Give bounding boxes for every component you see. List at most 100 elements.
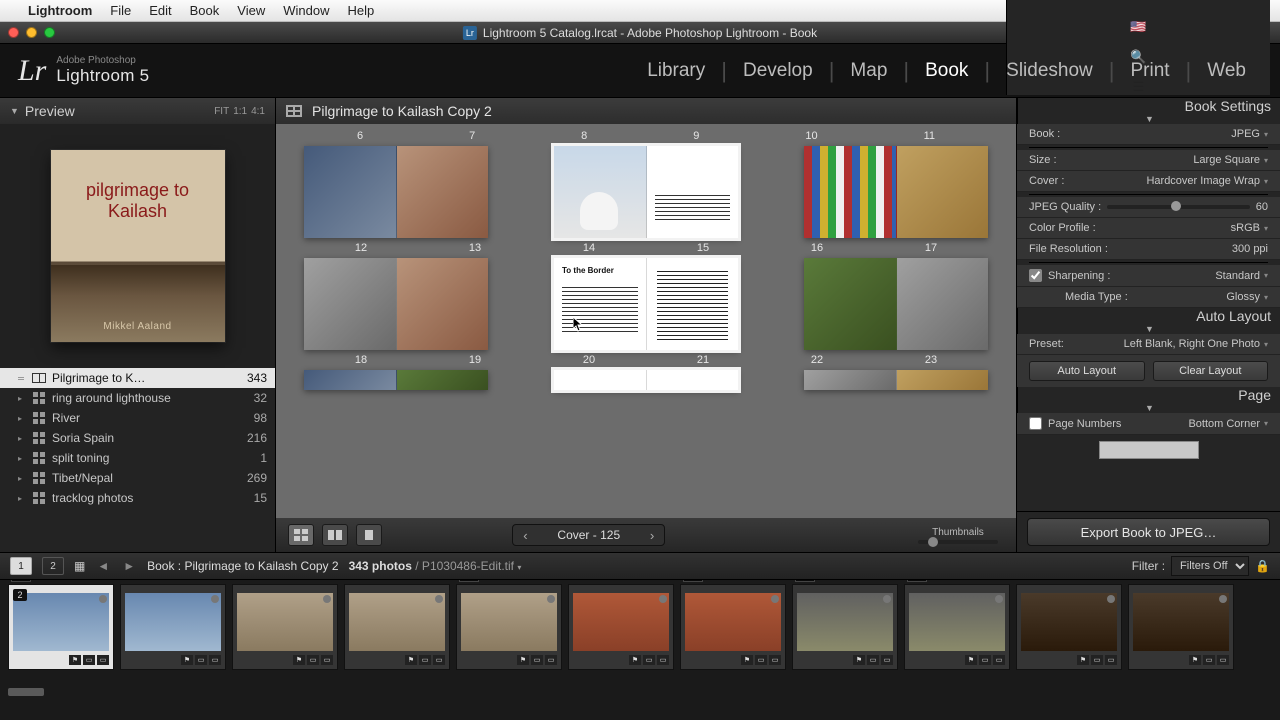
- flag-icon[interactable]: ⚑: [293, 655, 305, 665]
- minimize-button[interactable]: [26, 27, 37, 38]
- sharpening-checkbox[interactable]: [1029, 269, 1042, 282]
- grid-icon[interactable]: ▦: [74, 559, 85, 573]
- nav-forward-button[interactable]: ►: [121, 559, 137, 573]
- label-icon[interactable]: ▭: [433, 655, 445, 665]
- auto-layout-preset[interactable]: Preset:Left Blank, Right One Photo▾: [1017, 334, 1280, 355]
- rating-icon[interactable]: ▭: [83, 655, 95, 665]
- rating-icon[interactable]: ▭: [419, 655, 431, 665]
- single-view-button[interactable]: [356, 524, 382, 546]
- menu-help[interactable]: Help: [347, 3, 374, 18]
- zoom-11[interactable]: 1:1: [233, 106, 247, 117]
- filmstrip-thumb[interactable]: ⚑▭▭: [1128, 584, 1234, 670]
- filter-lock-icon[interactable]: 🔒: [1255, 559, 1270, 573]
- spread-24-25[interactable]: [304, 370, 488, 390]
- breadcrumb[interactable]: Book : Pilgrimage to Kailash Copy 2: [147, 559, 338, 573]
- label-icon[interactable]: ▭: [321, 655, 333, 665]
- export-book-button[interactable]: Export Book to JPEG…: [1027, 518, 1270, 546]
- filter-select[interactable]: Filters Off: [1171, 556, 1249, 576]
- page-numbers-row[interactable]: Page NumbersBottom Corner▾: [1017, 413, 1280, 435]
- filmstrip-thumb[interactable]: ⚑▭▭: [1016, 584, 1122, 670]
- collection-item[interactable]: ▸split toning1: [0, 448, 275, 468]
- filmstrip-thumb[interactable]: ⚑▭▭: [568, 584, 674, 670]
- menu-view[interactable]: View: [237, 3, 265, 18]
- flag-icon[interactable]: ⚑: [69, 655, 81, 665]
- page-numbers-checkbox[interactable]: [1029, 417, 1042, 430]
- spread-28-29[interactable]: [804, 370, 988, 390]
- disclosure-icon[interactable]: ▼: [10, 106, 19, 116]
- zoom-41[interactable]: 4:1: [251, 106, 265, 117]
- flag-icon[interactable]: ⚑: [181, 655, 193, 665]
- grid-view-button[interactable]: [288, 524, 314, 546]
- menu-file[interactable]: File: [110, 3, 131, 18]
- setting-file-resolution[interactable]: File Resolution :300 ppi: [1017, 239, 1280, 260]
- zoom-button[interactable]: [44, 27, 55, 38]
- flag-icon[interactable]: ⚑: [517, 655, 529, 665]
- filmstrip-thumb[interactable]: 1⚑▭▭: [904, 584, 1010, 670]
- rating-icon[interactable]: ▭: [979, 655, 991, 665]
- filmstrip[interactable]: 12⚑▭▭⚑▭▭⚑▭▭⚑▭▭1⚑▭▭⚑▭▭1⚑▭▭1⚑▭▭1⚑▭▭⚑▭▭⚑▭▭: [0, 580, 1280, 698]
- menu-window[interactable]: Window: [283, 3, 329, 18]
- close-button[interactable]: [8, 27, 19, 38]
- clear-layout-button[interactable]: Clear Layout: [1153, 361, 1269, 381]
- module-library[interactable]: Library: [631, 60, 721, 82]
- nav-back-button[interactable]: ◄: [95, 559, 111, 573]
- rating-icon[interactable]: ▭: [531, 655, 543, 665]
- spread-22-23[interactable]: [804, 258, 988, 350]
- collection-item[interactable]: ▸Tibet/Nepal269: [0, 468, 275, 488]
- collection-item[interactable]: ▸tracklog photos15: [0, 488, 275, 508]
- page-grid[interactable]: 67891011 121314151617 To the Border 1819…: [276, 124, 1016, 518]
- flag-icon[interactable]: ⚑: [741, 655, 753, 665]
- menu-book[interactable]: Book: [190, 3, 220, 18]
- label-icon[interactable]: ▭: [1217, 655, 1229, 665]
- page-prev-button[interactable]: ‹: [513, 524, 537, 546]
- filmstrip-thumb[interactable]: 12⚑▭▭: [8, 584, 114, 670]
- thumbnail-size-slider[interactable]: [918, 540, 998, 544]
- rating-icon[interactable]: ▭: [195, 655, 207, 665]
- auto-layout-button[interactable]: Auto Layout: [1029, 361, 1145, 381]
- filmstrip-thumb[interactable]: ⚑▭▭: [344, 584, 450, 670]
- module-slideshow[interactable]: Slideshow: [990, 60, 1109, 82]
- module-develop[interactable]: Develop: [727, 60, 829, 82]
- label-icon[interactable]: ▭: [993, 655, 1005, 665]
- flag-icon[interactable]: ⚑: [965, 655, 977, 665]
- display-2-button[interactable]: 2: [42, 557, 64, 575]
- filmstrip-thumb[interactable]: 1⚑▭▭: [680, 584, 786, 670]
- setting-cover[interactable]: Cover :Hardcover Image Wrap▾: [1017, 171, 1280, 192]
- display-1-button[interactable]: 1: [10, 557, 32, 575]
- setting-book[interactable]: Book :JPEG▾: [1017, 124, 1280, 145]
- rating-icon[interactable]: ▭: [1091, 655, 1103, 665]
- disclosure-icon[interactable]: ▼: [1145, 403, 1154, 413]
- spread-14-15[interactable]: [554, 146, 738, 238]
- rating-icon[interactable]: ▭: [867, 655, 879, 665]
- setting-size[interactable]: Size :Large Square▾: [1017, 150, 1280, 171]
- module-map[interactable]: Map: [834, 60, 903, 82]
- menu-edit[interactable]: Edit: [149, 3, 171, 18]
- spread-12-13[interactable]: [304, 146, 488, 238]
- rating-icon[interactable]: ▭: [643, 655, 655, 665]
- filmstrip-thumb[interactable]: ⚑▭▭: [120, 584, 226, 670]
- rating-icon[interactable]: ▭: [1203, 655, 1215, 665]
- zoom-fit[interactable]: FIT: [214, 106, 229, 117]
- keychain-icon[interactable]: ⛫: [1133, 0, 1145, 5]
- label-icon[interactable]: ▭: [545, 655, 557, 665]
- filmstrip-thumb[interactable]: 1⚑▭▭: [792, 584, 898, 670]
- label-icon[interactable]: ▭: [769, 655, 781, 665]
- page-next-button[interactable]: ›: [640, 524, 664, 546]
- label-icon[interactable]: ▭: [881, 655, 893, 665]
- module-book[interactable]: Book: [909, 60, 984, 82]
- rating-icon[interactable]: ▭: [307, 655, 319, 665]
- module-print[interactable]: Print: [1114, 60, 1185, 82]
- label-icon[interactable]: ▭: [209, 655, 221, 665]
- collection-item[interactable]: ▸Soria Spain216: [0, 428, 275, 448]
- label-icon[interactable]: ▭: [97, 655, 109, 665]
- setting-jpeg-quality[interactable]: JPEG Quality :60: [1017, 197, 1280, 218]
- flag-icon[interactable]: 🇺🇸: [1130, 19, 1146, 35]
- module-web[interactable]: Web: [1191, 60, 1262, 82]
- collection-item[interactable]: ▸ring around lighthouse32: [0, 388, 275, 408]
- flag-icon[interactable]: ⚑: [1077, 655, 1089, 665]
- spread-26-27[interactable]: [554, 370, 738, 390]
- disclosure-icon[interactable]: ▼: [1145, 114, 1154, 124]
- collection-item[interactable]: Pilgrimage to K…343: [0, 368, 275, 388]
- rating-icon[interactable]: ▭: [755, 655, 767, 665]
- book-cover-preview[interactable]: pilgrimage to Kailash Mikkel Aaland: [0, 124, 275, 368]
